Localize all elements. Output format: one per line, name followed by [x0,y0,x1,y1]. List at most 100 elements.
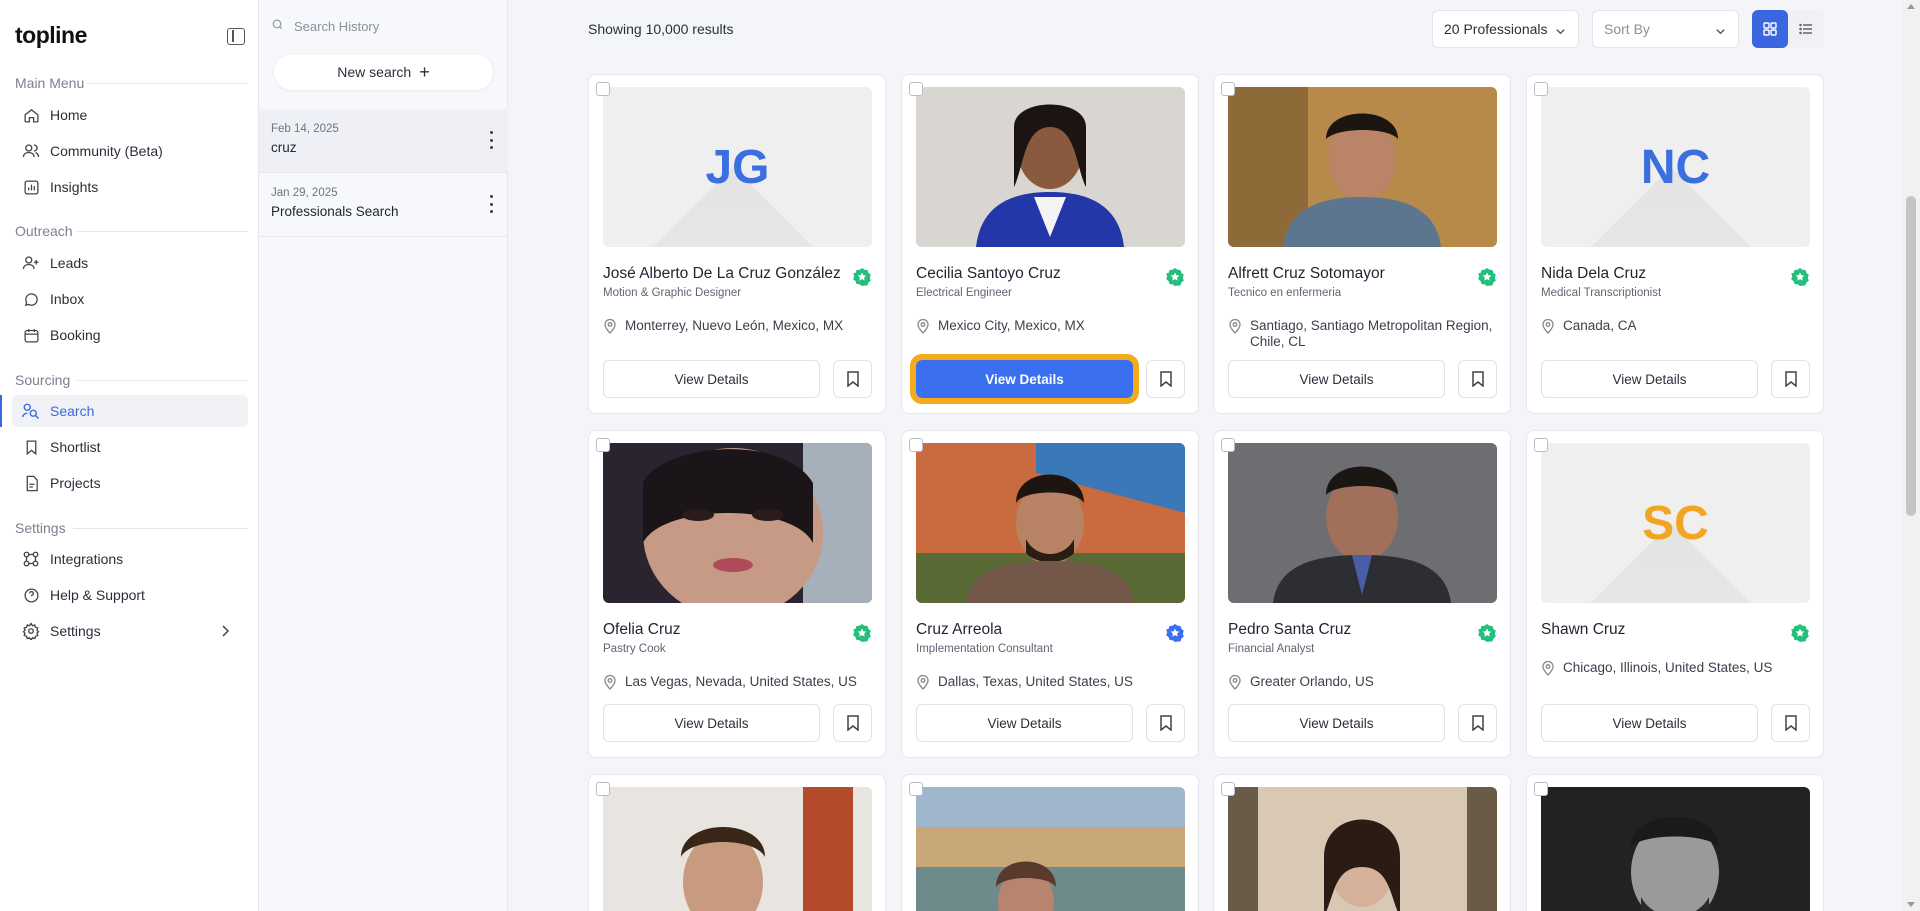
sidebar-item-label: Help & Support [50,587,145,603]
bookmark-button[interactable] [1146,360,1185,398]
select-checkbox[interactable] [1534,82,1548,96]
bookmark-button[interactable] [1771,704,1810,742]
sidebar-item-community[interactable]: Community (Beta) [12,135,248,167]
bookmark-button[interactable] [1771,360,1810,398]
grid-view-icon[interactable] [1752,10,1788,48]
profile-location: Chicago, Illinois, United States, US [1541,660,1811,680]
more-options-icon[interactable] [488,131,494,149]
scroll-up-icon[interactable] [1907,4,1915,9]
bookmark-button[interactable] [833,704,872,742]
profile-name: José Alberto De La Cruz González [603,265,841,282]
profile-card [1213,774,1511,911]
select-checkbox[interactable] [596,438,610,452]
view-details-button[interactable]: View Details [1228,360,1445,398]
location-text: Dallas, Texas, United States, US [938,674,1133,689]
profile-title: Financial Analyst [1228,643,1315,655]
profile-location: Mexico City, Mexico, MX [916,318,1186,338]
home-icon [22,106,40,124]
profile-card [1526,774,1824,911]
select-checkbox[interactable] [909,438,923,452]
select-checkbox[interactable] [1534,438,1548,452]
view-details-button[interactable]: View Details [916,704,1133,742]
profile-location: Santiago, Santiago Metropolitan Region, … [1228,318,1498,350]
sidebar-item-insights[interactable]: Insights [12,171,248,203]
view-details-button[interactable]: View Details [603,360,820,398]
page-scrollbar[interactable] [1902,0,1920,911]
sidebar-item-help[interactable]: Help & Support [12,579,248,611]
sidebar-item-projects[interactable]: Projects [12,467,248,499]
location-text: Canada, CA [1563,318,1637,333]
history-item[interactable]: Feb 14, 2025 cruz [259,109,508,173]
sidebar-item-label: Projects [50,475,101,491]
select-checkbox[interactable] [1221,82,1235,96]
profile-card: Cecilia Santoyo Cruz Electrical Engineer… [901,74,1199,414]
profile-card: Cruz Arreola Implementation Consultant D… [901,430,1199,758]
view-details-button[interactable]: View Details [603,704,820,742]
profile-name: Pedro Santa Cruz [1228,621,1352,638]
sidebar-item-home[interactable]: Home [12,99,248,131]
sidebar-item-label: Search [50,403,95,419]
users-icon [22,142,40,160]
select-checkbox[interactable] [1221,438,1235,452]
view-details-button[interactable]: View Details [910,354,1139,404]
location-pin-icon [916,674,930,694]
sort-select[interactable]: Sort By [1592,10,1739,48]
sidebar-item-leads[interactable]: Leads [12,247,248,279]
select-checkbox[interactable] [596,782,610,796]
select-checkbox[interactable] [1221,782,1235,796]
new-search-label: New search [337,64,412,80]
sidebar-item-label: Community (Beta) [50,143,163,159]
verified-badge-icon [1791,624,1809,642]
profile-card: Pedro Santa Cruz Financial Analyst Great… [1213,430,1511,758]
sidebar-collapse-icon[interactable] [227,28,245,45]
location-pin-icon [1228,674,1242,694]
history-search-placeholder: Search History [294,18,380,34]
page-size-select[interactable]: 20 Professionals [1432,10,1579,48]
history-search-input[interactable]: Search History [271,14,496,38]
profile-name: Nida Dela Cruz [1541,265,1647,282]
verified-badge-icon [1166,268,1184,286]
sidebar-item-inbox[interactable]: Inbox [12,283,248,315]
initials: NC [1640,140,1711,194]
sidebar-item-integrations[interactable]: Integrations [12,543,248,575]
sidebar-item-label: Shortlist [50,439,101,455]
scroll-down-icon[interactable] [1907,902,1915,907]
select-checkbox[interactable] [909,782,923,796]
history-item[interactable]: Jan 29, 2025 Professionals Search [259,173,508,237]
more-options-icon[interactable] [488,195,494,213]
profile-title: Medical Transcriptionist [1541,287,1662,299]
verified-badge-icon [1791,268,1809,286]
scrollbar-thumb[interactable] [1906,196,1916,516]
select-checkbox[interactable] [909,82,923,96]
profile-card: SC Shawn Cruz Chicago, Illinois, United … [1526,430,1824,758]
profile-card [901,774,1199,911]
document-icon [22,474,40,492]
view-details-button[interactable]: View Details [1541,360,1758,398]
profile-name: Alfrett Cruz Sotomayor [1228,265,1385,282]
sidebar-item-search[interactable]: Search [0,395,248,427]
history-name: Professionals Search [271,204,399,219]
select-checkbox[interactable] [1534,782,1548,796]
bookmark-button[interactable] [1458,704,1497,742]
bookmark-button[interactable] [833,360,872,398]
select-checkbox[interactable] [596,82,610,96]
location-text: Chicago, Illinois, United States, US [1563,660,1773,675]
sidebar-item-label: Integrations [50,551,124,567]
view-details-button[interactable]: View Details [1228,704,1445,742]
sidebar-item-settings[interactable]: Settings [12,615,248,647]
results-count: Showing 10,000 results [588,21,734,37]
verified-badge-icon [1166,624,1184,642]
profile-location: Las Vegas, Nevada, United States, US [603,674,873,694]
page-size-value: 20 Professionals [1444,21,1548,37]
calendar-icon [22,326,40,344]
location-pin-icon [603,318,617,338]
sidebar-item-shortlist[interactable]: Shortlist [12,431,248,463]
divider [77,380,248,381]
sidebar-item-booking[interactable]: Booking [12,319,248,351]
bookmark-button[interactable] [1458,360,1497,398]
list-view-icon[interactable] [1788,10,1824,48]
new-search-button[interactable]: New search + [273,53,494,91]
bookmark-button[interactable] [1146,704,1185,742]
help-icon [22,586,40,604]
view-details-button[interactable]: View Details [1541,704,1758,742]
